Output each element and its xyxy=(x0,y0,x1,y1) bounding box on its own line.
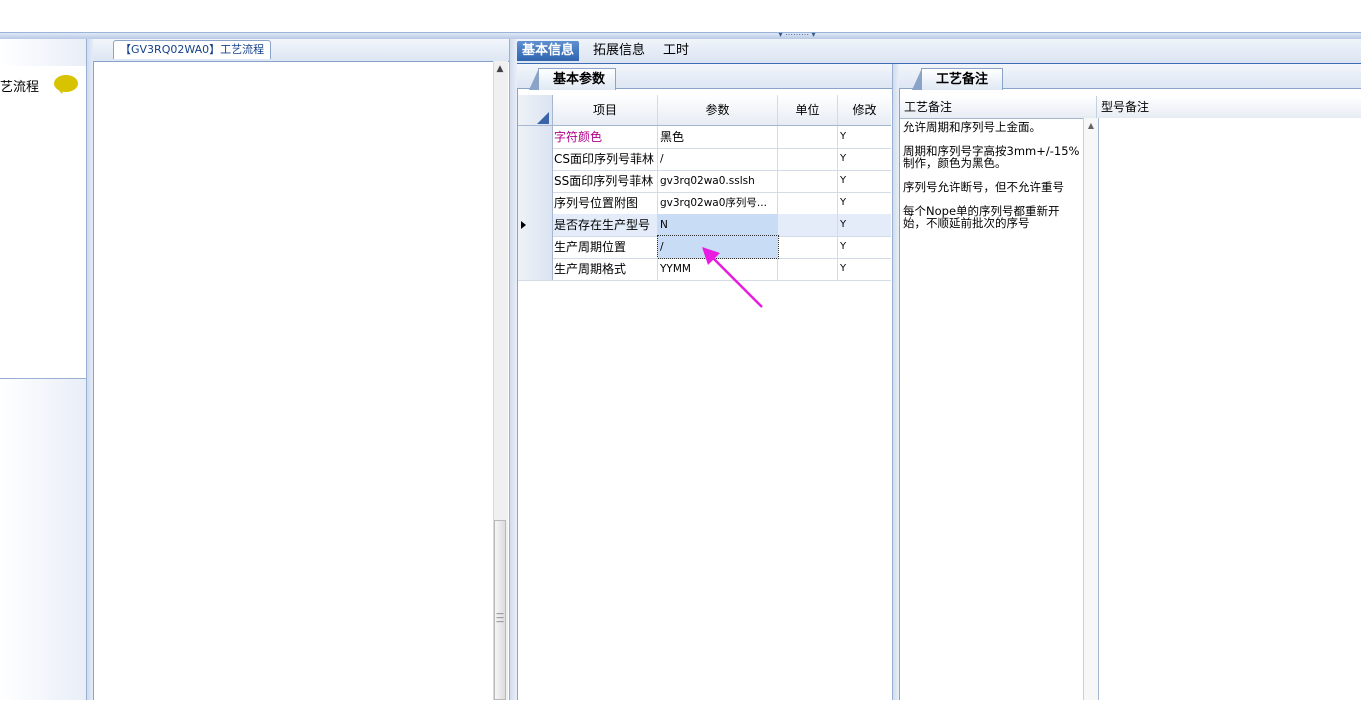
params-row[interactable]: SS面印序列号菲林 gv3rq02wa0.sslsh Y xyxy=(518,170,891,193)
row-selector[interactable] xyxy=(518,170,553,192)
param-item-cell: 字符颜色 xyxy=(553,126,658,148)
params-row[interactable]: CS面印序列号菲林 / Y xyxy=(518,148,891,171)
param-unit-cell[interactable] xyxy=(778,170,838,192)
param-value-cell[interactable]: N xyxy=(658,214,778,236)
param-unit-cell[interactable] xyxy=(778,192,838,214)
row-selector[interactable] xyxy=(518,192,553,214)
splitter-grip-icon[interactable]: ▾ ⋯⋯⋯ ▾ xyxy=(762,31,832,39)
row-selector[interactable] xyxy=(518,236,553,258)
param-value-cell[interactable]: / xyxy=(658,148,778,170)
process-tree-caption[interactable]: 【GV3RQ02WA0】工艺流程 xyxy=(113,40,272,59)
row-selector[interactable] xyxy=(518,126,553,148)
notes-col-process[interactable]: 工艺备注 xyxy=(900,96,1097,118)
params-col-header[interactable]: 项目 xyxy=(553,95,658,125)
param-value-cell[interactable]: gv3rq02wa0序列号... xyxy=(658,192,778,214)
row-selector[interactable] xyxy=(518,258,553,280)
note-line: 允许周期和序列号上金面。 xyxy=(903,120,1041,134)
param-item-cell: 序列号位置附图 xyxy=(553,192,658,214)
left-panel-body xyxy=(0,102,87,379)
tab-basic-info[interactable]: 基本信息 xyxy=(517,41,580,61)
process-notes-text[interactable]: 允许周期和序列号上金面。 周期和序列号字高按3mm+/-15%制作，颜色为黑色。… xyxy=(900,118,1084,700)
param-edit-cell[interactable]: Y xyxy=(838,126,891,148)
param-unit-cell[interactable] xyxy=(778,236,838,258)
tab-work-hours[interactable]: 工时 xyxy=(658,41,694,61)
param-value-cell[interactable]: 黑色 xyxy=(658,126,778,148)
tab-basic-params[interactable]: 基本参数 xyxy=(528,68,617,90)
param-item-cell: 是否存在生产型号 xyxy=(553,214,658,236)
param-item-cell: 生产周期位置 xyxy=(553,236,658,258)
param-edit-cell[interactable]: Y xyxy=(838,170,891,192)
param-unit-cell[interactable] xyxy=(778,148,838,170)
param-unit-cell[interactable] xyxy=(778,214,838,236)
params-row[interactable]: 是否存在生产型号 N Y xyxy=(518,214,891,237)
notes-scroll-up-icon[interactable]: ▲ xyxy=(1084,121,1098,130)
note-line: 周期和序列号字高按3mm+/-15%制作，颜色为黑色。 xyxy=(903,144,1080,170)
note-line: 每个Nope单的序列号都重新开始，不顺延前批次的序号 xyxy=(903,204,1060,230)
model-notes-text[interactable] xyxy=(1099,118,1361,700)
notes-col-model[interactable]: 型号备注 xyxy=(1097,96,1361,118)
grid-corner-icon[interactable] xyxy=(537,112,549,124)
tab-process-notes[interactable]: 工艺备注 xyxy=(911,68,1004,90)
params-row[interactable]: 字符颜色 黑色 Y xyxy=(518,126,891,149)
pointer-arrow-icon xyxy=(702,247,763,308)
top-blank-area xyxy=(0,0,1361,32)
note-line: 序列号允许断号，但不允许重号 xyxy=(903,180,1064,194)
param-item-cell: 生产周期格式 xyxy=(553,258,658,280)
param-unit-cell[interactable] xyxy=(778,258,838,280)
params-col-header[interactable]: 单位 xyxy=(778,95,838,125)
params-col-header[interactable]: 参数 xyxy=(658,95,778,125)
param-edit-cell[interactable]: Y xyxy=(838,148,891,170)
param-item-cell: SS面印序列号菲林 xyxy=(553,170,658,192)
tab-extended-info[interactable]: 拓展信息 xyxy=(588,41,650,61)
notes-grid-header: 工艺备注 型号备注 xyxy=(900,96,1361,119)
params-header-row: 项目 参数 单位 修改 xyxy=(518,95,891,126)
row-selector[interactable] xyxy=(518,148,553,170)
param-edit-cell[interactable]: Y xyxy=(838,192,891,214)
param-edit-cell[interactable]: Y xyxy=(838,214,891,236)
scroll-up-icon[interactable]: ▲ xyxy=(493,63,507,75)
param-item-cell: CS面印序列号菲林 xyxy=(553,148,658,170)
param-unit-cell[interactable] xyxy=(778,126,838,148)
notes-scrollbar[interactable] xyxy=(1084,118,1099,700)
current-row-indicator-icon xyxy=(521,221,526,229)
process-tree-panel xyxy=(93,39,511,700)
param-value-cell[interactable]: gv3rq02wa0.sslsh xyxy=(658,170,778,192)
params-row[interactable]: 序列号位置附图 gv3rq02wa0序列号... Y xyxy=(518,192,891,215)
scroll-grip-icon: — — — xyxy=(496,609,504,626)
param-edit-cell[interactable]: Y xyxy=(838,258,891,280)
param-edit-cell[interactable]: Y xyxy=(838,236,891,258)
left-panel-title: 艺流程 xyxy=(0,80,40,95)
chat-bubble-icon[interactable] xyxy=(54,75,78,94)
params-col-header[interactable]: 修改 xyxy=(838,95,891,125)
